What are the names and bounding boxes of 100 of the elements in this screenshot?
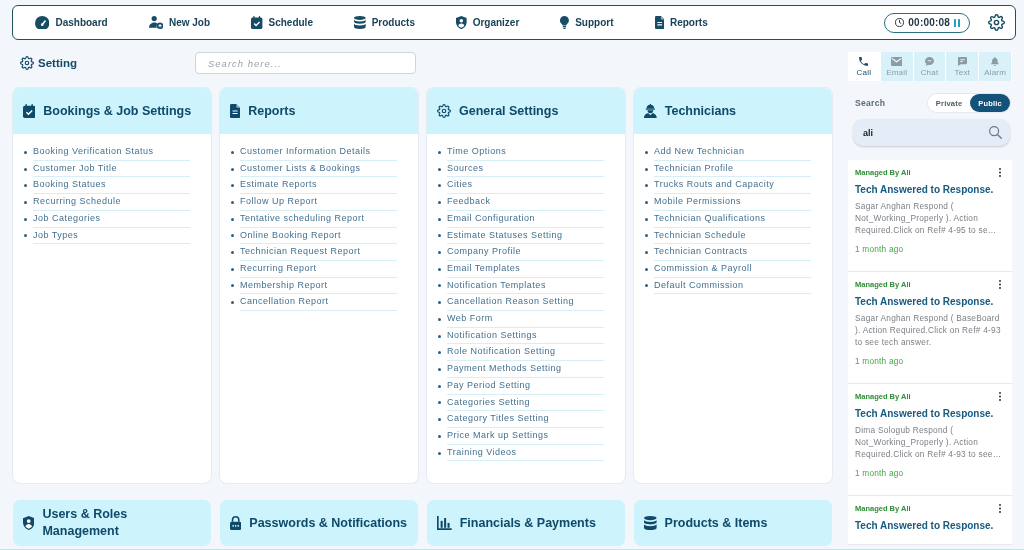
nav-link[interactable]: Products [353, 16, 415, 29]
settings-link[interactable]: Category Titles Setting [447, 411, 604, 428]
bullet-icon [231, 217, 234, 221]
bullet-icon [645, 200, 648, 204]
bullet-icon [231, 301, 234, 305]
settings-link[interactable]: Company Profile [447, 244, 604, 261]
search-label: Search [855, 98, 886, 108]
settings-link[interactable]: Email Templates [447, 260, 604, 278]
bullet-icon [645, 167, 648, 171]
pause-icon[interactable] [954, 18, 960, 27]
settings-link[interactable]: Trucks Routs and Capacity [654, 177, 811, 195]
settings-link[interactable]: Commission & Payroll [654, 260, 811, 278]
settings-link[interactable]: Online Booking Report [240, 227, 397, 245]
settings-link[interactable]: Default Commission [654, 277, 811, 295]
database-icon [353, 16, 366, 29]
nav-link[interactable]: Reports [654, 16, 708, 29]
settings-link[interactable]: Technician Qualifications [654, 210, 811, 228]
settings-link[interactable]: Cities [447, 177, 604, 195]
settings-link[interactable]: Customer Information Details [240, 144, 397, 161]
card-title: General Settings [459, 102, 559, 120]
bullet-icon [438, 150, 441, 154]
notification-title: Tech Answered to Response. [855, 296, 995, 307]
settings-link[interactable]: Notification Settings [447, 327, 604, 345]
envelope-icon [891, 56, 903, 66]
bullet-icon [231, 267, 234, 271]
nav-link[interactable]: Schedule [251, 16, 313, 29]
settings-link[interactable]: Cancellation Reason Setting [447, 294, 604, 312]
settings-icon [437, 104, 451, 118]
settings-link[interactable]: Recurring Report [240, 260, 397, 278]
settings-link[interactable]: Booking Verification Status [33, 144, 190, 161]
card-title: Passwords & Notifications [249, 514, 407, 532]
settings-link[interactable]: Time Options [447, 144, 604, 161]
timestamp: 1 month ago [855, 468, 905, 478]
nav-link[interactable]: Organizer [456, 16, 520, 29]
settings-link[interactable]: Web Form [447, 311, 604, 328]
settings-link[interactable]: Role Notification Setting [447, 344, 604, 362]
settings-link[interactable]: Email Configuration [447, 210, 604, 228]
settings-link[interactable]: Training Videos [447, 444, 604, 462]
notification-message: Dima Sologub Respond ( Not_Working_Properly ). Action Required.Click on Ref# 4-93 to see… [855, 424, 1003, 460]
timestamp: 1 month ago [855, 356, 905, 366]
bullet-icon [231, 184, 234, 188]
lock-icon [230, 516, 242, 530]
settings-link[interactable]: Tentative scheduling Report [240, 210, 397, 228]
bullet-icon [24, 234, 27, 238]
settings-link[interactable]: Price Mark up Settings [447, 427, 604, 445]
bullet-icon [24, 200, 27, 204]
bullet-icon [645, 284, 648, 288]
bullet-icon [24, 184, 27, 188]
search-field[interactable]: Search here... [195, 52, 416, 74]
bullet-icon [24, 217, 27, 221]
timestamp: 1 month ago [855, 244, 905, 254]
settings-link[interactable]: Feedback [447, 194, 604, 211]
bullet-icon [438, 434, 441, 438]
bullet-icon [438, 284, 441, 288]
settings-link[interactable]: Technician Request Report [240, 244, 397, 261]
settings-link[interactable]: Technician Contracts [654, 244, 811, 261]
bullet-icon [438, 384, 441, 388]
settings-link[interactable]: Customer Lists & Bookings [240, 160, 397, 178]
settings-link[interactable]: Categories Setting [447, 394, 604, 412]
search-icon[interactable] [989, 126, 1002, 139]
settings-link[interactable]: Sources [447, 160, 604, 178]
nav-link[interactable]: Support [560, 16, 614, 29]
nav-link[interactable]: Dashboard [35, 16, 108, 29]
bullet-icon [24, 150, 27, 154]
nav-link[interactable]: New Job [148, 16, 211, 29]
settings-link[interactable]: Notification Templates [447, 277, 604, 295]
card-title: Financials & Payments [459, 514, 596, 532]
settings-link[interactable]: Follow Up Report [240, 194, 397, 211]
search-field[interactable]: ali [853, 119, 1010, 146]
settings-link[interactable]: Cancellation Report [240, 294, 397, 312]
bullet-icon [438, 167, 441, 171]
settings-link[interactable]: Recurring Schedule [33, 194, 190, 211]
calendar-check-icon [23, 104, 36, 118]
phone-icon [859, 56, 869, 66]
settings-link[interactable]: Estimate Reports [240, 177, 397, 195]
settings-link[interactable]: Technician Schedule [654, 227, 811, 245]
settings-link[interactable]: Pay Period Setting [447, 377, 604, 395]
document-icon [654, 16, 664, 29]
bullet-icon [231, 234, 234, 238]
settings-link[interactable]: Customer Job Title [33, 160, 190, 178]
settings-link[interactable]: Booking Statues [33, 177, 190, 195]
bullet-icon [438, 251, 441, 255]
settings-link[interactable]: Mobile Permissions [654, 194, 811, 211]
settings-icon[interactable] [988, 14, 1005, 31]
bullet-icon [438, 401, 441, 405]
notification-title: Tech Answered to Response. [855, 520, 995, 531]
bullet-icon [231, 150, 234, 154]
card-title: Technicians [664, 102, 737, 120]
settings-link[interactable]: Job Categories [33, 210, 190, 228]
settings-link[interactable]: Estimate Statuses Setting [447, 227, 604, 245]
bullet-icon [645, 184, 648, 188]
settings-link[interactable]: Add New Technician [654, 144, 811, 161]
notification-title: Tech Answered to Response. [855, 184, 995, 195]
bell-icon [991, 56, 999, 66]
settings-link[interactable]: Membership Report [240, 277, 397, 295]
settings-link[interactable]: Technician Profile [654, 160, 811, 178]
message-icon [957, 56, 967, 66]
bullet-icon [645, 217, 648, 221]
settings-link[interactable]: Job Types [33, 227, 190, 245]
settings-link[interactable]: Payment Methods Setting [447, 361, 604, 378]
